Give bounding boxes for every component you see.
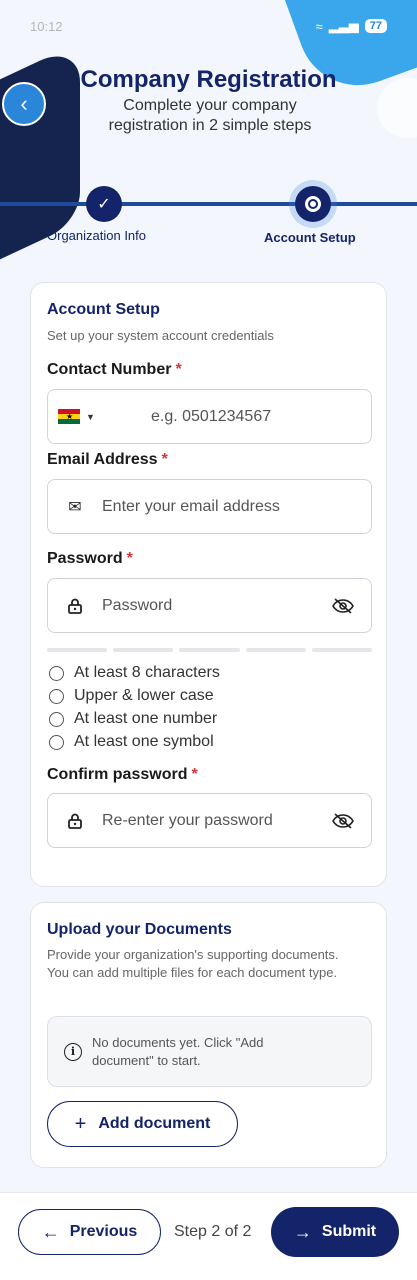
email-field[interactable]: ✉ Enter your email address xyxy=(47,479,372,534)
contact-number-placeholder: e.g. 0501234567 xyxy=(151,407,272,425)
mail-icon: ✉ xyxy=(68,498,82,516)
signal-icon: ▂▃▅ xyxy=(328,18,359,33)
contact-number-field[interactable]: ★ ▼ e.g. 0501234567 xyxy=(47,389,372,444)
contact-number-label: Contact Number * xyxy=(47,361,182,379)
status-time: 10:12 xyxy=(30,18,63,34)
add-document-label: Add document xyxy=(98,1115,211,1132)
password-placeholder: Password xyxy=(102,596,173,614)
password-strength-meter xyxy=(47,648,373,652)
caret-down-icon[interactable]: ▼ xyxy=(86,412,95,422)
account-setup-card: Account Setup Set up your system account… xyxy=(30,282,387,887)
page-subtitle: Complete your company registration in 2 … xyxy=(108,97,312,134)
step-label-account-setup: Account Setup xyxy=(264,230,356,245)
documents-title: Upload your Documents xyxy=(47,921,232,938)
info-icon: i xyxy=(64,1042,82,1061)
account-setup-description: Set up your system account credentials xyxy=(47,328,274,343)
wifi-icon: ≈ xyxy=(315,18,323,34)
battery-indicator: 77 xyxy=(364,19,387,33)
required-mark: * xyxy=(126,550,133,567)
confirm-password-label: Confirm password * xyxy=(47,766,198,784)
radio-unchecked-icon xyxy=(49,734,64,750)
requirement-item: At least 8 characters xyxy=(49,664,220,682)
radio-unchecked-icon xyxy=(49,665,64,681)
submit-label: Submit xyxy=(321,1223,377,1240)
requirement-item: At least one symbol xyxy=(49,733,214,751)
arrow-right-icon: → xyxy=(293,1221,312,1242)
empty-documents-message: No documents yet. Click "Add document" t… xyxy=(92,1034,264,1068)
account-setup-title: Account Setup xyxy=(47,301,160,318)
password-label: Password * xyxy=(47,550,133,568)
email-placeholder: Enter your email address xyxy=(102,497,280,515)
checkmark-icon: ✓ xyxy=(97,196,111,213)
lock-icon xyxy=(48,598,102,614)
required-mark: * xyxy=(191,766,198,783)
eye-off-icon[interactable] xyxy=(315,597,371,614)
required-mark: * xyxy=(175,361,182,378)
requirement-text: At least 8 characters xyxy=(74,664,220,681)
stepper-line xyxy=(0,202,417,206)
status-bar: 10:12 ≈ ▂▃▅ 77 xyxy=(0,0,417,52)
confirm-password-field[interactable]: Re-enter your password xyxy=(47,793,372,848)
previous-label: Previous xyxy=(69,1223,138,1240)
confirm-password-label-text: Confirm password xyxy=(47,766,188,783)
requirement-text: At least one number xyxy=(74,710,218,727)
requirement-item: Upper & lower case xyxy=(49,687,214,705)
empty-documents-notice: i No documents yet. Click "Add document"… xyxy=(47,1016,372,1087)
active-step-icon xyxy=(305,196,321,212)
footer-bar: ← Previous Step 2 of 2 → Submit xyxy=(0,1192,417,1280)
documents-description: Provide your organization's supporting d… xyxy=(47,947,339,980)
requirement-item: At least one number xyxy=(49,710,217,728)
ghana-flag-icon[interactable]: ★ xyxy=(58,409,80,424)
chevron-left-icon: ‹ xyxy=(20,91,28,116)
page-title: Company Registration xyxy=(80,66,337,93)
step-counter: Step 2 of 2 xyxy=(174,1223,252,1240)
plus-icon: + xyxy=(74,1112,87,1135)
contact-number-label-text: Contact Number xyxy=(47,361,172,378)
confirm-password-placeholder: Re-enter your password xyxy=(102,811,273,829)
email-label: Email Address * xyxy=(47,451,168,469)
password-label-text: Password xyxy=(47,550,123,567)
add-document-button[interactable]: + Add document xyxy=(47,1101,238,1147)
documents-card: Upload your Documents Provide your organ… xyxy=(30,902,387,1168)
required-mark: * xyxy=(161,451,168,468)
step-2-indicator xyxy=(295,186,331,222)
radio-unchecked-icon xyxy=(49,711,64,727)
email-label-text: Email Address xyxy=(47,451,158,468)
requirement-text: Upper & lower case xyxy=(74,687,214,704)
radio-unchecked-icon xyxy=(49,688,64,704)
step-label-organization-info: Organization Info xyxy=(47,228,147,243)
arrow-left-icon: ← xyxy=(41,1221,60,1242)
previous-button[interactable]: ← Previous xyxy=(18,1209,161,1255)
password-field[interactable]: Password xyxy=(47,578,372,633)
submit-button[interactable]: → Submit xyxy=(271,1207,399,1257)
step-1-indicator: ✓ xyxy=(86,186,122,222)
lock-icon xyxy=(48,813,102,829)
eye-off-icon[interactable] xyxy=(315,812,371,829)
requirement-text: At least one symbol xyxy=(74,733,214,750)
